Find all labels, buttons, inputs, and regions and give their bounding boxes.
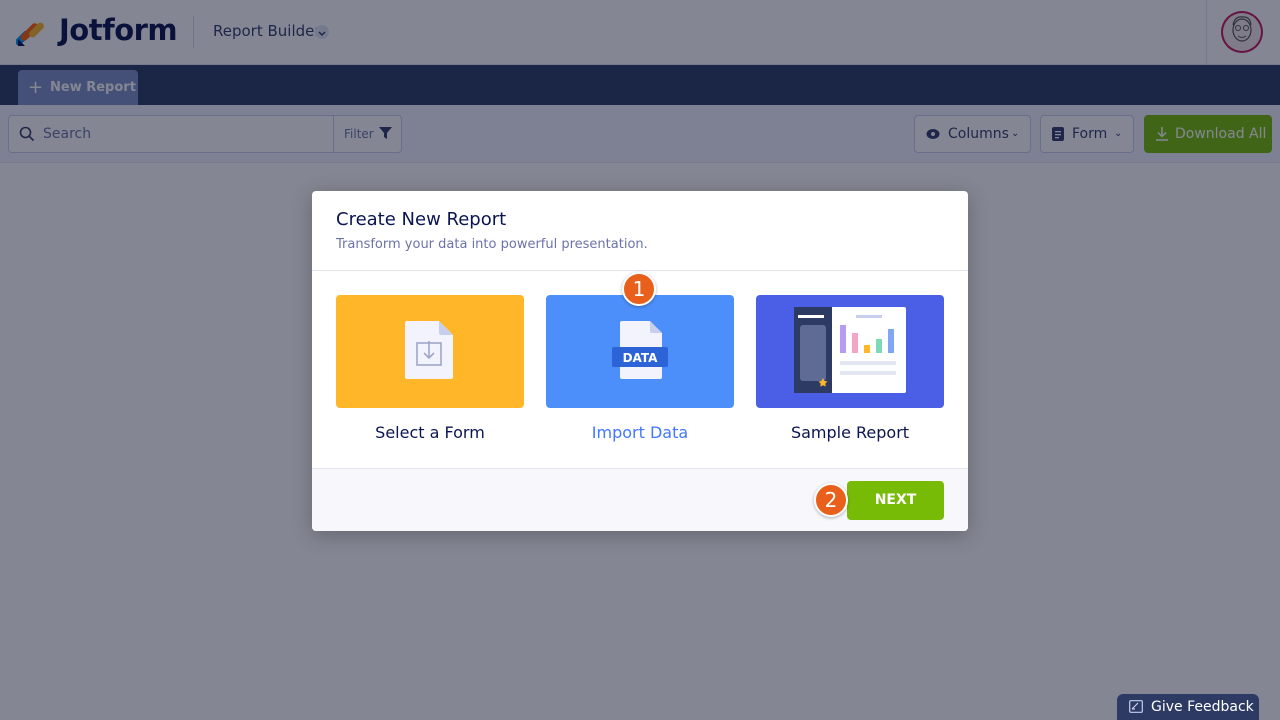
next-button[interactable]: NEXT [847, 481, 944, 520]
data-badge: DATA [623, 351, 659, 365]
option-import-data[interactable]: DATA [546, 295, 734, 408]
modal-subtitle: Transform your data into powerful presen… [336, 237, 648, 252]
option-sample-report[interactable] [756, 295, 944, 408]
option-select-form[interactable] [336, 295, 524, 408]
modal-title: Create New Report [336, 209, 507, 230]
option-select-form-label[interactable]: Select a Form [336, 423, 524, 442]
option-import-data-label[interactable]: Import Data [546, 423, 734, 442]
modal-header: Create New Report Transform your data in… [312, 191, 968, 271]
data-file-icon: DATA [612, 321, 668, 379]
step-marker-1: 1 [622, 272, 656, 306]
form-import-icon [405, 321, 453, 379]
step-marker-2: 2 [814, 483, 848, 517]
feedback-icon [1129, 700, 1143, 713]
report-preview-icon [794, 307, 906, 393]
option-sample-report-label[interactable]: Sample Report [756, 423, 944, 442]
create-report-modal: Create New Report Transform your data in… [312, 191, 968, 531]
give-feedback-button[interactable]: Give Feedback [1117, 694, 1259, 720]
modal-footer: NEXT [312, 468, 968, 531]
feedback-label: Give Feedback [1151, 699, 1254, 715]
